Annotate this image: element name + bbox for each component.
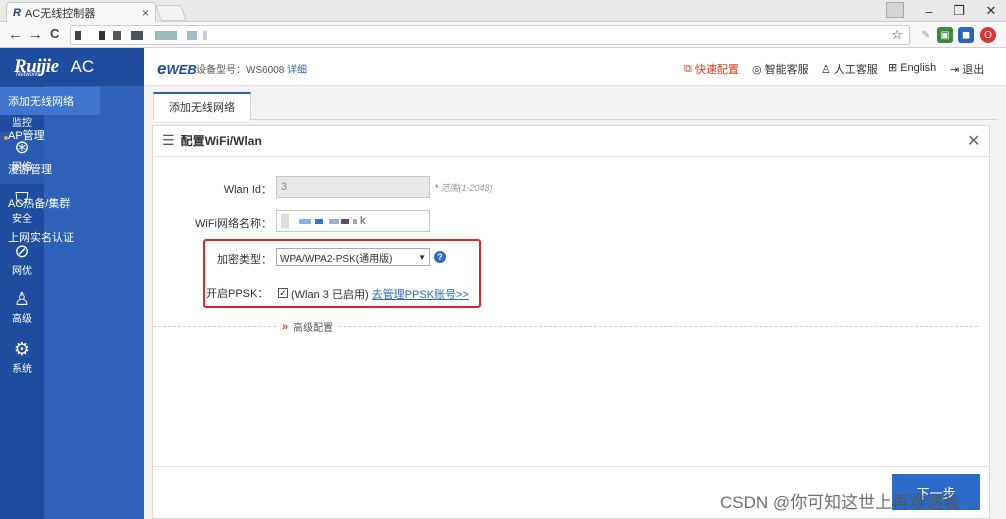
extension-square-icon[interactable]: ◼ [958, 27, 974, 43]
redacted-url [131, 31, 143, 40]
window-close-button[interactable]: ✕ [976, 0, 1006, 22]
browser-tab-title: AC无线控制器 [24, 7, 96, 20]
encryption-value: WPA/WPA2-PSK(通用版) [280, 253, 393, 265]
wlan-id-field[interactable]: 3 [276, 176, 430, 198]
close-icon[interactable]: ✕ [967, 131, 980, 151]
reload-button[interactable]: C [50, 26, 59, 41]
quick-config-label: 快速配置 [694, 64, 739, 76]
redacted-ssid [353, 218, 357, 224]
ssid-label: WiFi网络名称： [195, 218, 272, 230]
quick-config-button[interactable]: ⧉ 快速配置 [684, 61, 739, 77]
wlan-id-hint: * 范围(1-2048) [435, 181, 493, 194]
person-icon: ♙ [821, 63, 831, 76]
new-tab-button[interactable] [155, 5, 187, 21]
redacted-url [99, 31, 105, 40]
rail-item-label: 系统 [12, 364, 32, 375]
device-model: 设备型号：WS6008 [196, 65, 285, 76]
chevron-double-right-icon: » [282, 320, 289, 333]
redacted-ssid [341, 218, 349, 224]
rail-item-label: 高级 [12, 314, 32, 325]
redacted-ssid [281, 214, 289, 228]
bookmark-star-icon[interactable]: ☆ [891, 27, 903, 43]
browser-toolbar: ← → C ☆ ✎ ▣ ◼ O [0, 22, 1006, 48]
human-service-button[interactable]: ♙ 人工客服 [821, 61, 878, 77]
sub-item-ap-management[interactable]: AP管理 [0, 121, 100, 149]
extension-opera-icon[interactable]: O [980, 27, 996, 43]
ruijie-logo-sub: Networks [16, 72, 42, 78]
smart-service-icon: ◎ [752, 63, 762, 76]
eweb-logo-text: WEB [166, 62, 197, 77]
panel-header: ☰ 配置WiFi/Wlan [152, 125, 990, 157]
forward-button[interactable]: → [28, 26, 43, 43]
ssid-value-suffix: k [360, 215, 366, 227]
brand-logo: Ruijie Networks AC [0, 48, 144, 86]
redacted-ssid [299, 218, 311, 224]
sub-item-realname-auth[interactable]: 上网实名认证 [0, 223, 100, 251]
sub-nav [44, 86, 144, 519]
wlan-id-label: Wlan Id： [223, 184, 272, 196]
wlan-id-hint-text: 范围(1-2048) [440, 183, 493, 193]
language-label: English [900, 61, 937, 74]
ppsk-note: (Wlan 3 已启用) [291, 289, 369, 301]
required-star: * [435, 183, 439, 193]
quick-config-icon: ⧉ [684, 62, 692, 75]
eweb-logo: eWEB [157, 59, 197, 79]
product-name: AC [70, 57, 95, 76]
dropdown-arrow-icon: ▼ [418, 252, 426, 262]
encryption-select[interactable]: WPA/WPA2-PSK(通用版) ▼ [276, 248, 430, 266]
tab-add-wireless[interactable]: 添加无线网络 [153, 92, 251, 121]
redacted-url [155, 31, 177, 40]
sub-item-add-wireless[interactable]: 添加无线网络 [0, 87, 100, 115]
page-tabstrip [153, 92, 997, 120]
extension-photo-icon[interactable]: ▣ [937, 27, 953, 43]
rail-item-advanced[interactable]: ♙ 高级 [0, 284, 44, 336]
tab-close-icon[interactable]: × [142, 6, 149, 20]
smart-service-label: 智能客服 [764, 64, 809, 76]
logout-label: 退出 [962, 64, 985, 76]
sub-item-roaming[interactable]: 漫游管理 [0, 155, 100, 183]
sub-item-ac-hotstandby[interactable]: AC热备/集群 [0, 189, 100, 217]
redacted-url [203, 31, 207, 40]
smart-service-button[interactable]: ◎ 智能客服 [752, 61, 809, 77]
rail-item-system[interactable]: ⚙ 系统 [0, 334, 44, 386]
csdn-watermark: CSDN @你可知这世上再难遇我 [720, 493, 961, 512]
redacted-ssid [329, 218, 339, 224]
menu-icon: ☰ [162, 132, 175, 148]
browser-tab[interactable]: R AC无线控制器 × [6, 2, 156, 22]
encryption-label: 加密类型： [217, 254, 272, 266]
advanced-toggle[interactable]: » 高级配置 [276, 319, 340, 334]
url-input[interactable]: ☆ [70, 25, 910, 45]
detail-link[interactable]: 详细 [287, 61, 307, 76]
rail-item-label: 网优 [12, 266, 32, 277]
users-icon: ♙ [13, 289, 31, 309]
help-icon[interactable]: ? [434, 251, 446, 263]
redacted-url [75, 31, 81, 40]
profile-icon[interactable] [886, 2, 904, 18]
ppsk-checkbox[interactable]: ✓ [278, 288, 288, 298]
human-service-label: 人工客服 [833, 64, 878, 76]
ppsk-status: (Wlan 3 已启用) 去管理PPSK账号>> [291, 286, 469, 302]
language-icon: ⊞ [888, 62, 898, 74]
ssid-field[interactable]: k [276, 210, 430, 232]
logout-icon: ⇥ [950, 63, 960, 76]
window-restore-button[interactable]: ❐ [944, 0, 974, 22]
language-button[interactable]: ⊞ English [888, 61, 937, 75]
window-minimize-button[interactable]: – [914, 0, 944, 22]
redacted-ssid [315, 218, 323, 224]
back-button[interactable]: ← [8, 26, 23, 43]
manage-ppsk-link[interactable]: 去管理PPSK账号>> [372, 289, 469, 301]
gear-icon: ⚙ [13, 339, 31, 359]
extension-pen-icon[interactable]: ✎ [918, 27, 934, 43]
ruijie-favicon-icon: R [13, 6, 21, 19]
ppsk-label: 开启PPSK： [206, 288, 269, 300]
logout-button[interactable]: ⇥ 退出 [950, 61, 984, 77]
panel-footer-divider [153, 466, 989, 467]
redacted-url [113, 31, 121, 40]
panel-title: 配置WiFi/Wlan [180, 134, 262, 148]
advanced-label: 高级配置 [293, 323, 334, 334]
redacted-url [187, 31, 197, 40]
